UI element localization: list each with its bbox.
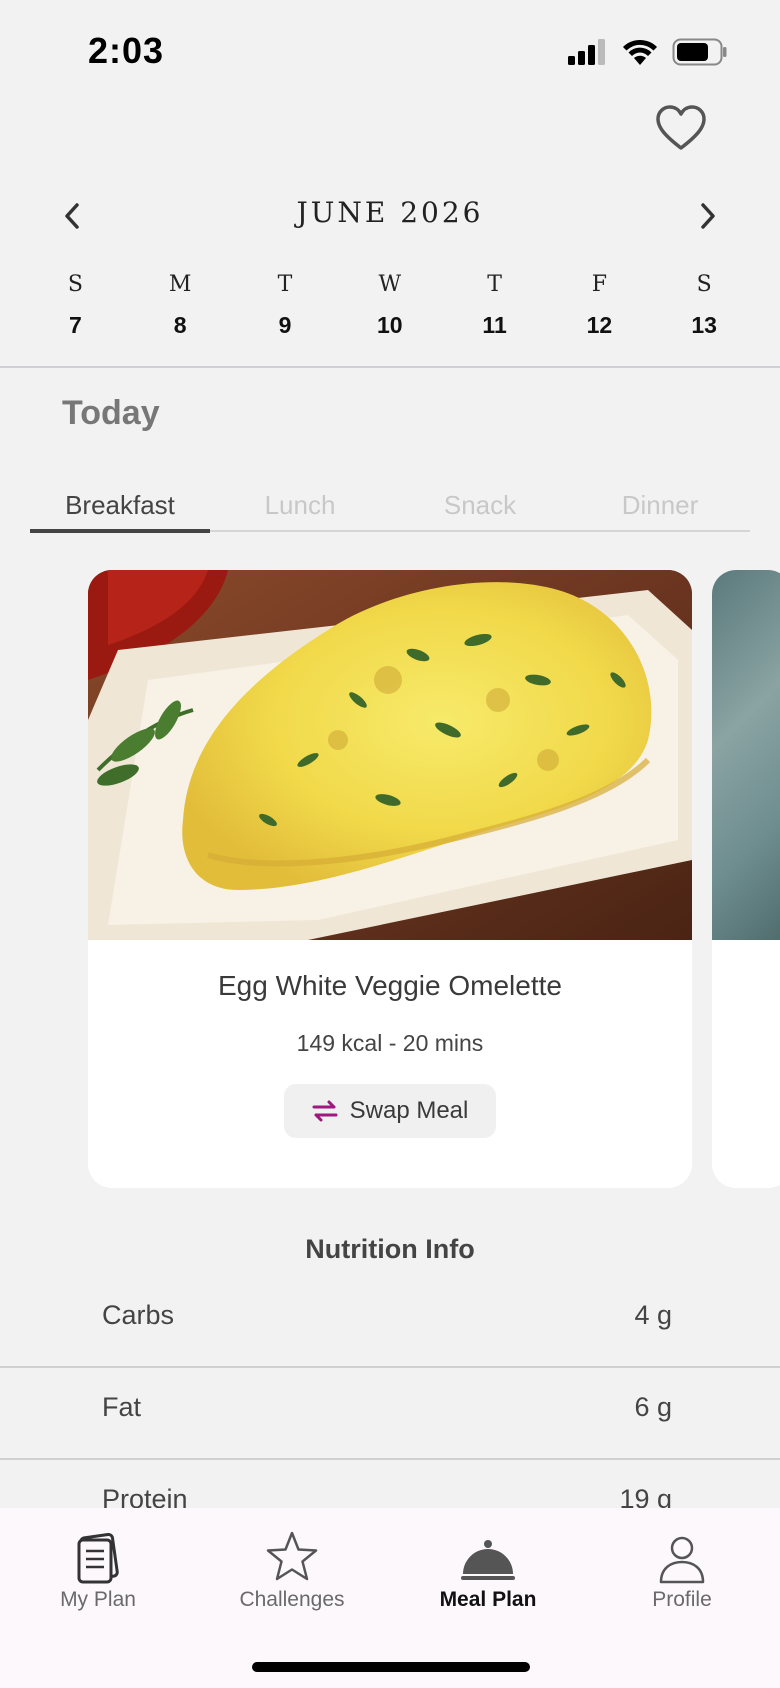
- meal-title: Egg White Veggie Omelette: [218, 970, 562, 1001]
- home-indicator[interactable]: [252, 1662, 530, 1672]
- nutrition-row: Fat 6 g: [0, 1368, 780, 1460]
- meal-photo: [712, 570, 780, 940]
- next-meal-card[interactable]: [712, 570, 780, 1188]
- day-cell[interactable]: M8: [128, 272, 233, 339]
- tab-label: Challenges: [239, 1588, 345, 1611]
- day-letter: S: [696, 272, 712, 297]
- tab-breakfast[interactable]: Breakfast: [30, 484, 210, 533]
- day-number: 13: [691, 312, 717, 338]
- day-cell[interactable]: S 13: [652, 272, 757, 339]
- week-strip: S7 M8 T9 W 10 T 11 F 12 S 13: [23, 272, 757, 339]
- bottom-tab-bar: My Plan Challenges Meal Plan Profile: [0, 1508, 780, 1688]
- month-label: JUNE 2026: [296, 196, 484, 229]
- day-number: 11: [482, 312, 507, 338]
- day-number: 9: [278, 312, 292, 338]
- status-bar: 2:03: [0, 0, 780, 100]
- divider: [0, 366, 780, 368]
- tab-my-plan[interactable]: My Plan: [18, 1522, 178, 1612]
- nutrition-value: 4 g: [634, 1300, 672, 1330]
- swap-icon: [312, 1100, 338, 1122]
- tab-dinner[interactable]: Dinner: [570, 484, 750, 530]
- day-letter: T: [487, 272, 502, 297]
- meal-photo: [88, 570, 692, 940]
- tab-profile[interactable]: Profile: [602, 1522, 762, 1612]
- star-icon: [266, 1531, 318, 1581]
- chevron-right-icon: [701, 203, 715, 229]
- day-letter: F: [591, 272, 608, 297]
- day-cell[interactable]: F 12: [547, 272, 652, 339]
- tab-label: Profile: [652, 1588, 712, 1611]
- day-title: Today: [62, 394, 160, 432]
- person-icon: [659, 1536, 705, 1584]
- nutrition-value: 6 g: [634, 1392, 672, 1422]
- day-number: 7: [69, 312, 82, 338]
- tab-label: My Plan: [60, 1588, 136, 1611]
- swap-meal-label: Swap Meal: [349, 1097, 469, 1124]
- meal-meta: 149 kcal - 20 mins: [296, 1030, 484, 1056]
- omelette-illustration: [88, 570, 692, 940]
- battery-icon: [672, 38, 727, 66]
- nutrition-label: Fat: [102, 1392, 142, 1422]
- cloche-icon: [461, 1540, 515, 1580]
- nutrition-row: Carbs 4 g: [0, 1276, 780, 1368]
- swap-meal-button[interactable]: Swap Meal: [284, 1084, 496, 1138]
- day-letter: T: [277, 272, 293, 297]
- day-letter: W: [378, 272, 402, 297]
- nutrition-label: Carbs: [102, 1300, 175, 1330]
- tab-lunch[interactable]: Lunch: [210, 484, 390, 530]
- tab-meal-plan[interactable]: Meal Plan: [408, 1522, 568, 1612]
- meal-card[interactable]: Egg White Veggie Omelette 149 kcal - 20 …: [88, 570, 692, 1188]
- signal-icon: [568, 39, 605, 65]
- day-letter: M: [168, 272, 192, 297]
- nutrition-title: Nutrition Info: [305, 1234, 475, 1264]
- meal-tabs: Breakfast Lunch Snack Dinner: [30, 484, 750, 533]
- document-icon: [77, 1532, 119, 1584]
- calendar-header: JUNE 2026: [0, 190, 780, 240]
- day-cell[interactable]: S7: [23, 272, 128, 339]
- tab-snack[interactable]: Snack: [390, 484, 570, 530]
- day-cell[interactable]: T9: [233, 272, 338, 339]
- favorite-button[interactable]: [654, 102, 708, 156]
- tab-label: Meal Plan: [439, 1588, 537, 1611]
- status-time: 2:03: [88, 30, 165, 71]
- next-week-button[interactable]: [690, 198, 726, 234]
- day-number: 10: [376, 312, 403, 338]
- day-cell[interactable]: T 11: [442, 272, 547, 339]
- tab-challenges[interactable]: Challenges: [212, 1522, 372, 1612]
- day-letter: S: [67, 272, 83, 297]
- day-cell[interactable]: W 10: [337, 272, 442, 339]
- day-number: 12: [586, 312, 613, 338]
- day-number: 8: [173, 312, 187, 338]
- status-icons: [568, 38, 728, 66]
- heart-icon: [656, 105, 706, 150]
- wifi-icon: [623, 39, 657, 65]
